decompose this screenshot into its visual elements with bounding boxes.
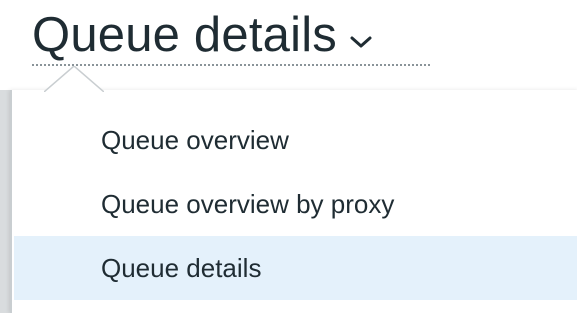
dropdown-pointer-arrow bbox=[44, 66, 104, 92]
chevron-down-icon bbox=[349, 34, 373, 50]
menu-item-label: Queue details bbox=[101, 252, 262, 283]
page-title: Queue details bbox=[32, 7, 337, 62]
menu-item-label: Queue overview by proxy bbox=[101, 188, 395, 219]
page-title-dropdown-trigger[interactable]: Queue details bbox=[32, 2, 373, 68]
page: Queue details Queue overview Queue overv… bbox=[0, 0, 577, 313]
menu-item-queue-overview-by-proxy[interactable]: Queue overview by proxy bbox=[14, 172, 577, 236]
title-dropdown-menu: Queue overview Queue overview by proxy Q… bbox=[10, 90, 577, 313]
dropdown-list: Queue overview Queue overview by proxy Q… bbox=[14, 108, 577, 300]
menu-item-queue-overview[interactable]: Queue overview bbox=[14, 108, 577, 172]
menu-item-label: Queue overview bbox=[101, 124, 289, 155]
page-background-strip bbox=[0, 90, 10, 313]
menu-item-queue-details[interactable]: Queue details bbox=[14, 236, 577, 300]
